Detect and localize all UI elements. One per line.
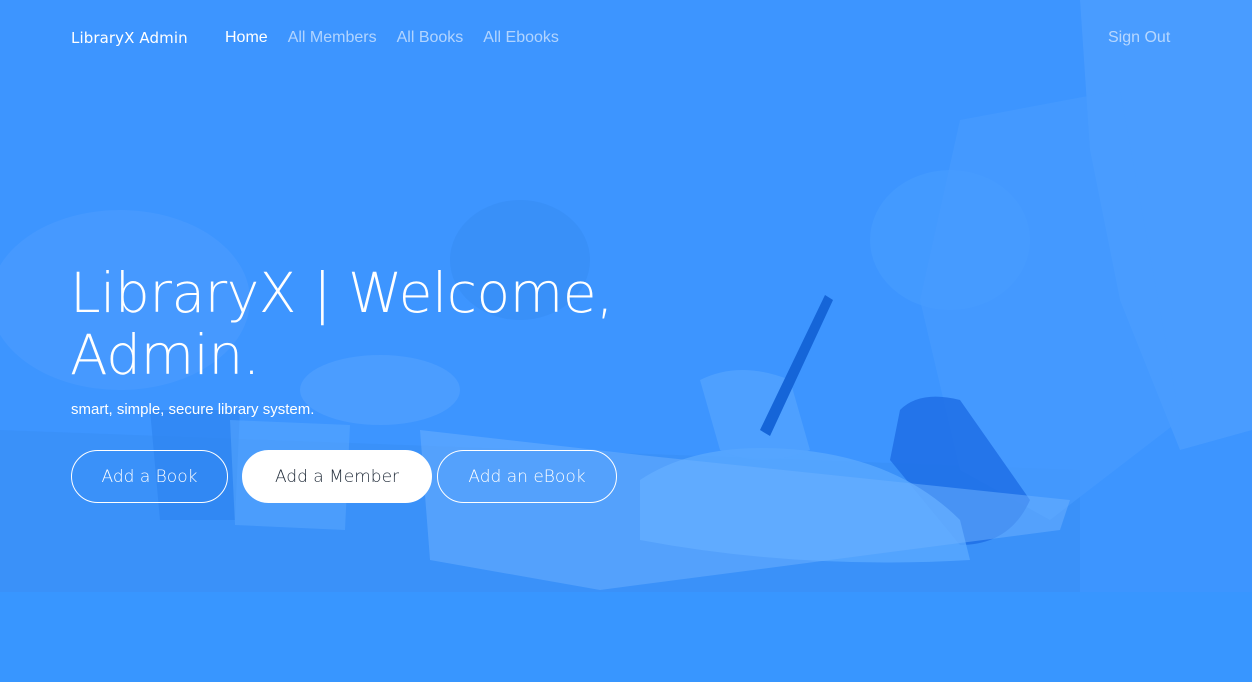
nav-link-all-ebooks[interactable]: All Ebooks: [483, 29, 559, 47]
brand-logo-link[interactable]: LibraryX Admin: [71, 29, 188, 47]
section-band: [0, 592, 1252, 682]
hero-title: LibraryX | Welcome, Admin.: [70, 262, 690, 386]
hero-title-line-1: LibraryX | Welcome,: [70, 261, 614, 325]
nav-link-all-members[interactable]: All Members: [288, 29, 377, 47]
add-book-button[interactable]: Add a Book: [71, 450, 228, 503]
nav-link-home[interactable]: Home: [225, 29, 268, 47]
sign-out-link[interactable]: Sign Out: [1108, 29, 1170, 47]
add-ebook-button[interactable]: Add an eBook: [437, 450, 617, 503]
nav-link-all-books[interactable]: All Books: [397, 29, 464, 47]
hero-title-line-2: Admin.: [70, 323, 260, 387]
navbar: LibraryX Admin Home All Members All Book…: [0, 0, 1252, 80]
nav-links: Home All Members All Books All Ebooks: [225, 29, 559, 47]
page: LibraryX Admin Home All Members All Book…: [0, 0, 1252, 682]
add-member-button[interactable]: Add a Member: [242, 450, 432, 503]
hero-subtitle: smart, simple, secure library system.: [71, 401, 315, 418]
